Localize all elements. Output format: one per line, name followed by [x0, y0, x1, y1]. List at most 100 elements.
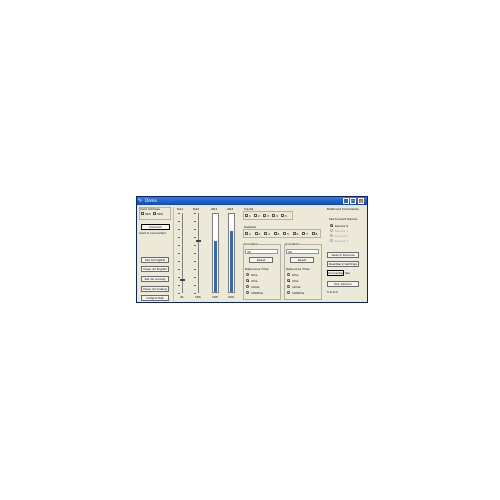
counter1-label: Counter1: [244, 242, 258, 246]
counter1-reset-button[interactable]: Reset: [249, 257, 273, 263]
demo-window: ✎ Demo _ □ × Card Address ✓ SK5 ✓ SK6 Co…: [136, 196, 368, 303]
output-checkbox-5[interactable]: [283, 232, 286, 235]
input-checkbox-2[interactable]: [254, 214, 257, 217]
ad2-progress-bar: [228, 213, 235, 293]
maximize-button[interactable]: □: [350, 198, 356, 204]
counter1-debounce-radio-10ms[interactable]: [246, 285, 249, 288]
da2-slider-thumb[interactable]: [196, 240, 201, 242]
input-checkbox-4[interactable]: [272, 214, 275, 217]
window-title: Demo: [145, 198, 157, 203]
input-label-5: 5: [285, 213, 287, 218]
output-checkbox-6[interactable]: [292, 232, 296, 235]
input-checkbox-5[interactable]: [281, 214, 284, 217]
ad1-progress-fill: [214, 241, 217, 292]
input-checkbox-1[interactable]: [245, 214, 248, 217]
device-label-1: Device 1: [335, 228, 349, 233]
counter1-debounce-label-1000ms: 1000ms: [251, 290, 264, 295]
output-checkbox-3[interactable]: [264, 232, 267, 235]
ad2-value: 200: [228, 295, 234, 299]
counter1-debounce-radio-1000ms[interactable]: [246, 291, 249, 294]
output-label-7: 7: [306, 231, 308, 236]
counter2-debounce-radio-0ms[interactable]: [287, 273, 290, 276]
device-radio-2: [330, 234, 333, 237]
separator: [173, 207, 174, 301]
output-checkbox-2[interactable]: [254, 232, 258, 235]
counter1-debounce-label-2ms: 2ms: [251, 278, 258, 283]
device-label-2: Device 2: [335, 233, 349, 238]
connect-button[interactable]: Connect: [141, 224, 170, 230]
output-checkbox-8[interactable]: [311, 232, 315, 235]
device-radio-3: [330, 239, 333, 242]
input-label-2: 2: [258, 213, 260, 218]
counter1-debounce-radio-0ms[interactable]: [246, 273, 249, 276]
counter2-debounce-radio-10ms[interactable]: [287, 285, 290, 288]
device-label-3: Device 3: [335, 238, 349, 243]
da2-ticks: [194, 213, 196, 294]
counter1-debounce-label: Debounce Time: [245, 267, 269, 271]
counter2-value-field: 26: [286, 249, 319, 254]
output-label-2: 2: [258, 231, 261, 236]
sk6-checkbox[interactable]: ✓: [153, 212, 157, 216]
counter2-debounce-radio-1000ms[interactable]: [287, 291, 290, 294]
output-label-5: 5: [287, 231, 289, 236]
multicard-label: Multicard Commands: [327, 207, 359, 211]
ad1-value: 165: [212, 295, 218, 299]
set-current-device-label: Set Current Device: [329, 217, 358, 221]
da2-value: 165: [195, 295, 201, 299]
da2-label: DA2: [193, 207, 200, 211]
app-icon: ✎: [138, 198, 143, 204]
counter2-debounce-label-2ms: 2ms: [292, 278, 299, 283]
set-all-analog-button[interactable]: Set All Analog: [141, 276, 169, 282]
output-label-3: 3: [268, 231, 270, 236]
output-label-8: 8: [315, 231, 318, 236]
sk6-label: SK6: [157, 212, 163, 216]
search-devices-button[interactable]: Search Devices: [327, 252, 359, 258]
counter1-debounce-label-0ms: 0ms: [251, 272, 258, 277]
output-label-4: 4: [277, 231, 280, 236]
clear-all-analog-button[interactable]: Clear All Analog: [141, 286, 169, 292]
output-checkbox-1[interactable]: [245, 232, 248, 235]
counter2-debounce-label-10ms: 10ms: [292, 284, 301, 289]
ad1-progress-bar: [212, 213, 219, 293]
counter2-reset-button[interactable]: Reset: [290, 257, 314, 263]
counter2-debounce-label: Debounce Time: [286, 267, 310, 271]
sk5-label: SK5: [145, 212, 151, 216]
title-bar[interactable]: ✎ Demo _ □ ×: [137, 197, 367, 205]
ad1-label: AD1: [211, 207, 218, 211]
readback-settings-button[interactable]: Readback Settings: [327, 261, 359, 267]
connected-value: Yes: [345, 271, 350, 275]
da1-slider-thumb[interactable]: [180, 279, 185, 282]
output-test-button[interactable]: Output Test: [141, 295, 169, 301]
counter2-label: Counter2: [285, 242, 299, 246]
sk5-checkbox[interactable]: ✓: [141, 212, 145, 216]
close-button[interactable]: ×: [358, 198, 364, 204]
counter2-debounce-radio-2ms[interactable]: [287, 279, 290, 282]
counter1-debounce-radio-2ms[interactable]: [246, 279, 249, 282]
da2-slider-track[interactable]: [198, 213, 199, 293]
da1-value: 41: [180, 295, 184, 299]
set-all-digital-button[interactable]: Set All Digital: [141, 257, 169, 263]
output-checkbox-4[interactable]: [273, 232, 277, 235]
ad2-progress-fill: [230, 231, 233, 292]
ad2-label: AD2: [227, 207, 234, 211]
device-radio-0[interactable]: [330, 224, 333, 227]
card-status-text: Card 0 connected: [139, 231, 166, 235]
output-label-6: 6: [296, 231, 299, 236]
minimize-button[interactable]: _: [343, 198, 349, 204]
da1-label: DA1: [177, 207, 184, 211]
dll-version-button[interactable]: DLL Version: [327, 281, 359, 287]
card-address-label: Card Address: [140, 207, 160, 211]
dll-version-value: 5.0.0.0: [327, 290, 338, 294]
counter1-debounce-label-10ms: 10ms: [251, 284, 260, 289]
counter1-value-field: 39: [245, 249, 278, 254]
output-checkbox-7[interactable]: [302, 232, 305, 235]
counter2-debounce-label-0ms: 0ms: [292, 272, 299, 277]
device-radio-1: [330, 229, 333, 232]
input-checkbox-3[interactable]: [263, 214, 266, 217]
input-label-1: 1: [249, 213, 251, 218]
connected-button[interactable]: Connected: [327, 270, 344, 276]
input-label-4: 4: [276, 213, 278, 218]
counter2-debounce-label-1000ms: 1000ms: [292, 290, 305, 295]
clear-all-digital-button[interactable]: Clear All Digital: [141, 266, 169, 272]
device-label-0: Device 0: [335, 223, 349, 228]
